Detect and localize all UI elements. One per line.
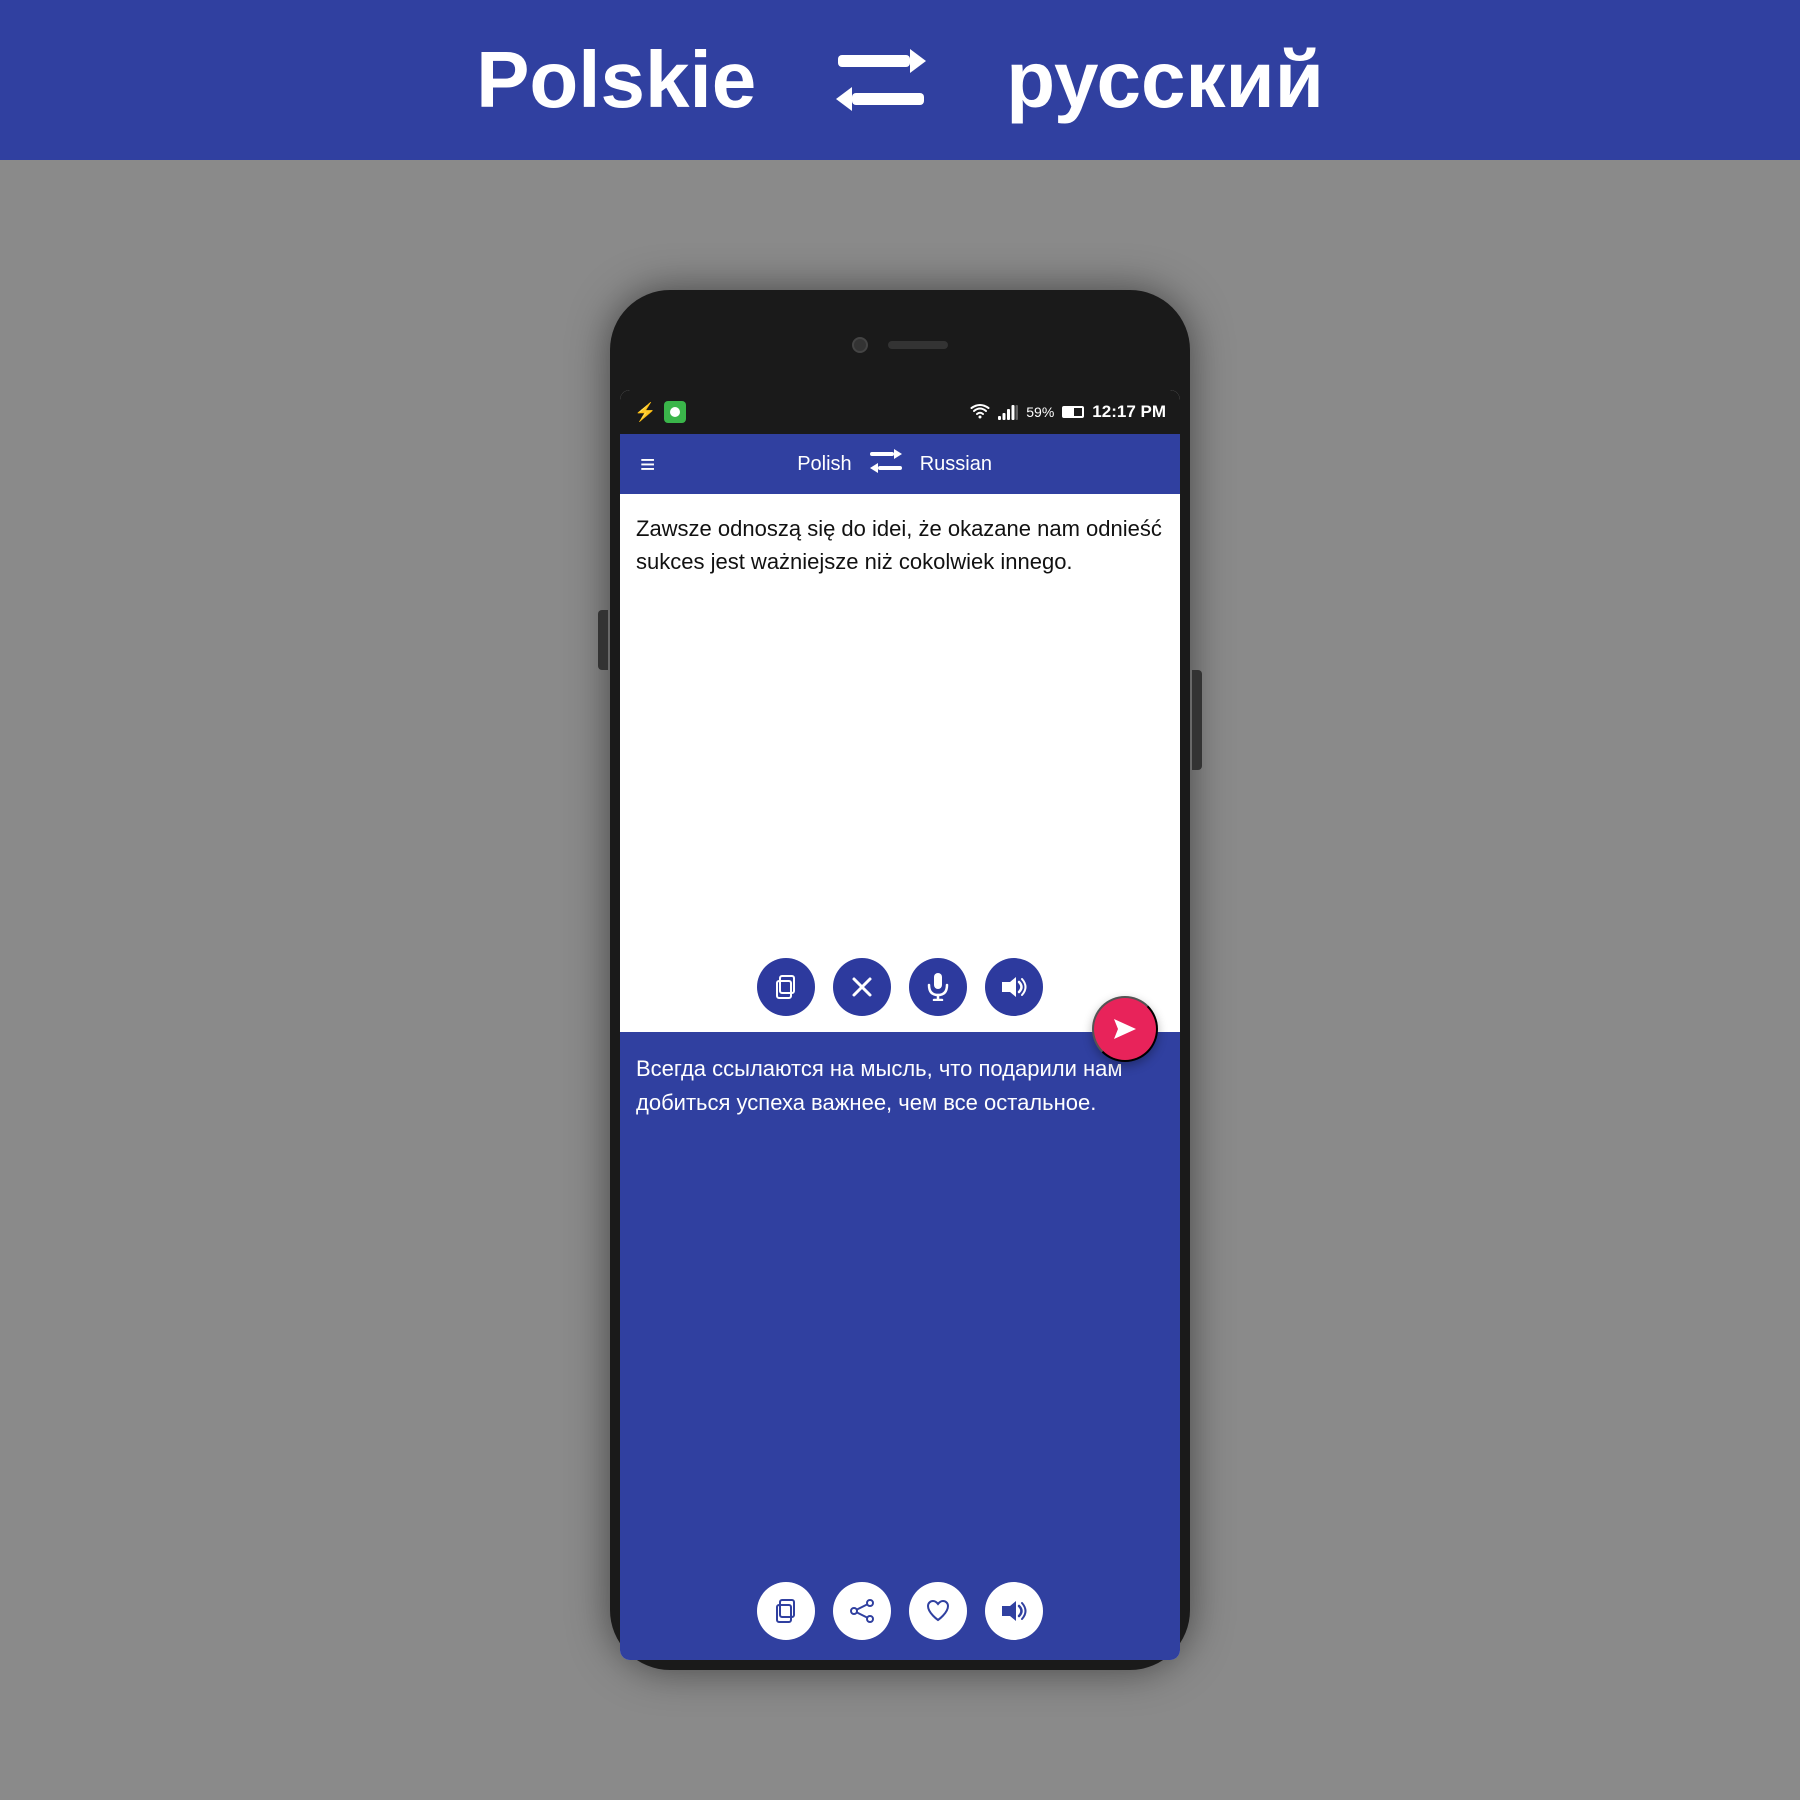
status-right-icons: 59% 12:17 PM (970, 402, 1166, 422)
notification-icon (664, 401, 686, 423)
copy-output-button[interactable] (757, 1582, 815, 1640)
banner-target-lang[interactable]: русский (1006, 34, 1324, 126)
clear-button[interactable] (833, 958, 891, 1016)
battery-percent: 59% (1026, 404, 1054, 420)
share-button[interactable] (833, 1582, 891, 1640)
favorite-button[interactable] (909, 1582, 967, 1640)
translate-button[interactable] (1092, 996, 1158, 1062)
banner-source-lang[interactable]: Polskie (476, 34, 756, 126)
output-text: Всегда ссылаются на мысль, что подарили … (636, 1052, 1164, 1120)
volume-button-left[interactable] (598, 610, 608, 670)
phone-screen: ⚡ (620, 390, 1180, 1660)
front-camera (852, 337, 868, 353)
earpiece-speaker (888, 341, 948, 349)
output-area: Всегда ссылаются на мысль, что подарили … (620, 1032, 1180, 1660)
top-banner: Polskie русский (0, 0, 1800, 160)
toolbar-swap-icon[interactable] (870, 449, 902, 479)
speaker-button-output[interactable] (985, 1582, 1043, 1640)
status-time: 12:17 PM (1092, 402, 1166, 422)
usb-icon: ⚡ (634, 402, 656, 423)
phone-shell: ⚡ (610, 290, 1190, 1670)
wifi-icon (970, 403, 990, 421)
toolbar-source-lang[interactable]: Polish (797, 453, 851, 476)
phone-top (620, 300, 1180, 390)
battery-icon (1062, 406, 1084, 418)
status-bar: ⚡ (620, 390, 1180, 434)
app-toolbar: ≡ Polish Russian (620, 434, 1180, 494)
toolbar-language-selector[interactable]: Polish Russian (797, 449, 992, 479)
input-area[interactable]: Zawsze odnoszą się do idei, że okazane n… (620, 494, 1180, 1032)
copy-button[interactable] (757, 958, 815, 1016)
output-action-buttons (620, 1582, 1180, 1640)
input-text[interactable]: Zawsze odnoszą się do idei, że okazane n… (620, 494, 1180, 944)
toolbar-target-lang[interactable]: Russian (920, 453, 992, 476)
phone-area: ⚡ (0, 160, 1800, 1800)
status-left-icons: ⚡ (634, 401, 686, 423)
hamburger-menu-button[interactable]: ≡ (640, 449, 655, 480)
signal-icon (998, 404, 1018, 420)
banner-swap-icon[interactable] (836, 45, 926, 115)
microphone-button[interactable] (909, 958, 967, 1016)
speaker-button-input[interactable] (985, 958, 1043, 1016)
power-button-right[interactable] (1192, 670, 1202, 770)
